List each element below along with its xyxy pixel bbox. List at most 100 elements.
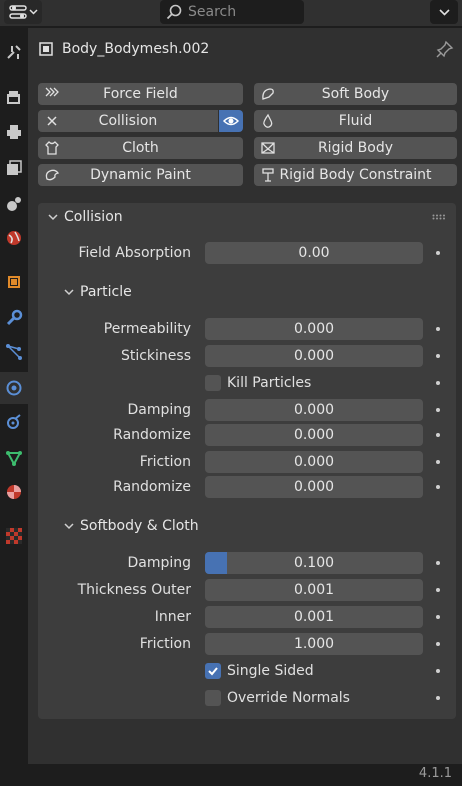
tab-output[interactable] bbox=[0, 116, 28, 148]
keyframe-dot-icon[interactable] bbox=[436, 408, 440, 412]
override-normals-checkbox[interactable]: Override Normals bbox=[205, 687, 350, 709]
tab-render[interactable] bbox=[0, 82, 28, 114]
friction-label: Friction bbox=[139, 454, 191, 470]
stickiness-label: Stickiness bbox=[120, 348, 191, 364]
tab-modifiers[interactable] bbox=[0, 302, 28, 334]
keyframe-dot-icon[interactable] bbox=[436, 588, 440, 592]
permeability-value: 0.000 bbox=[293, 321, 335, 337]
single-sided-label: Single Sided bbox=[227, 663, 314, 679]
force-field-icon bbox=[45, 87, 59, 97]
pin-icon[interactable] bbox=[436, 40, 454, 58]
sb-damping-value: 0.100 bbox=[293, 555, 335, 571]
properties-tabs bbox=[0, 28, 28, 764]
checkbox-box[interactable] bbox=[205, 375, 221, 391]
physics-icon bbox=[6, 380, 22, 396]
collision-panel-header[interactable]: Collision bbox=[38, 203, 456, 231]
thickness-inner-field[interactable]: 0.001 bbox=[205, 606, 423, 628]
tab-material[interactable] bbox=[0, 476, 28, 508]
rigid-body-constraint-label: Rigid Body Constraint bbox=[279, 167, 432, 183]
world-icon bbox=[7, 231, 21, 245]
keyframe-dot-icon[interactable] bbox=[436, 669, 440, 673]
rigid-body-label: Rigid Body bbox=[317, 140, 394, 156]
keyframe-dot-icon[interactable] bbox=[436, 354, 440, 358]
keyframe-dot-icon[interactable] bbox=[436, 561, 440, 565]
collision-visibility-toggle[interactable] bbox=[219, 110, 243, 132]
tab-particles[interactable] bbox=[0, 336, 28, 368]
output-icon bbox=[7, 125, 21, 139]
tab-texture[interactable] bbox=[0, 520, 28, 552]
tab-constraints[interactable] bbox=[0, 406, 28, 438]
stickiness-field[interactable]: 0.000 bbox=[205, 345, 423, 367]
editor-type-button[interactable] bbox=[4, 0, 42, 24]
properties-main: Body_Bodymesh.002 Force Field Soft Body … bbox=[28, 28, 462, 764]
softbody-cloth-subpanel-header[interactable]: Softbody & Cloth bbox=[64, 514, 199, 538]
tab-scene[interactable] bbox=[0, 188, 28, 220]
keyframe-dot-icon[interactable] bbox=[436, 251, 440, 255]
tab-physics[interactable] bbox=[0, 372, 28, 404]
search-input[interactable]: Search bbox=[160, 0, 304, 24]
particles-icon bbox=[6, 344, 22, 360]
close-icon[interactable] bbox=[44, 113, 60, 129]
cloth-label: Cloth bbox=[122, 140, 159, 156]
tab-data[interactable] bbox=[0, 442, 28, 474]
permeability-label: Permeability bbox=[103, 321, 191, 337]
soft-body-label: Soft Body bbox=[321, 86, 390, 102]
checkbox-box[interactable] bbox=[205, 663, 221, 679]
permeability-field[interactable]: 0.000 bbox=[205, 318, 423, 340]
friction-randomize-label: Randomize bbox=[113, 479, 191, 495]
keyframe-dot-icon[interactable] bbox=[436, 433, 440, 437]
single-sided-checkbox[interactable]: Single Sided bbox=[205, 660, 314, 682]
keyframe-dot-icon[interactable] bbox=[436, 642, 440, 646]
collision-button[interactable]: Collision bbox=[38, 110, 218, 132]
tab-world[interactable] bbox=[0, 222, 28, 254]
mesh-data-icon bbox=[6, 451, 22, 467]
thickness-outer-field[interactable]: 0.001 bbox=[205, 579, 423, 601]
keyframe-dot-icon[interactable] bbox=[436, 381, 440, 385]
view-layer-icon bbox=[7, 160, 22, 175]
friction-randomize-field[interactable]: 0.000 bbox=[205, 476, 423, 498]
constraints-icon bbox=[7, 414, 21, 429]
damping-value: 0.000 bbox=[293, 402, 335, 418]
chevron-down-icon bbox=[64, 288, 74, 295]
kill-particles-checkbox[interactable]: Kill Particles bbox=[205, 372, 311, 394]
tab-view-layer[interactable] bbox=[0, 152, 28, 184]
keyframe-dot-icon[interactable] bbox=[436, 615, 440, 619]
damping-randomize-value: 0.000 bbox=[293, 427, 335, 443]
sb-damping-slider[interactable]: 0.100 bbox=[205, 552, 423, 574]
checkmark-icon bbox=[208, 667, 218, 676]
dynamic-paint-button[interactable]: Dynamic Paint bbox=[38, 164, 243, 186]
friction-field[interactable]: 0.000 bbox=[205, 451, 423, 473]
object-name: Body_Bodymesh.002 bbox=[62, 41, 210, 57]
override-normals-label: Override Normals bbox=[227, 690, 350, 706]
softbody-cloth-subpanel-title: Softbody & Cloth bbox=[80, 518, 199, 534]
fluid-button[interactable]: Fluid bbox=[254, 110, 457, 132]
options-dropdown-button[interactable] bbox=[430, 0, 458, 24]
render-icon bbox=[7, 91, 20, 104]
sb-friction-field[interactable]: 1.000 bbox=[205, 633, 423, 655]
rigid-body-button[interactable]: Rigid Body bbox=[254, 137, 457, 159]
keyframe-dot-icon[interactable] bbox=[436, 485, 440, 489]
damping-randomize-field[interactable]: 0.000 bbox=[205, 424, 423, 446]
tab-object[interactable] bbox=[0, 266, 28, 298]
keyframe-dot-icon[interactable] bbox=[436, 460, 440, 464]
keyframe-dot-icon[interactable] bbox=[436, 327, 440, 331]
force-field-button[interactable]: Force Field bbox=[38, 83, 243, 105]
checkbox-box[interactable] bbox=[205, 690, 221, 706]
wrench-icon bbox=[6, 309, 23, 326]
tab-tool[interactable] bbox=[0, 36, 28, 68]
object-context: Body_Bodymesh.002 bbox=[38, 36, 209, 62]
dynamic-paint-label: Dynamic Paint bbox=[90, 167, 191, 183]
cloth-button[interactable]: Cloth bbox=[38, 137, 243, 159]
keyframe-dot-icon[interactable] bbox=[436, 696, 440, 700]
rigid-body-constraint-button[interactable]: Rigid Body Constraint bbox=[254, 164, 457, 186]
rigid-body-icon bbox=[261, 142, 275, 154]
soft-body-button[interactable]: Soft Body bbox=[254, 83, 457, 105]
field-absorption-value: 0.00 bbox=[298, 245, 330, 261]
damping-field[interactable]: 0.000 bbox=[205, 399, 423, 421]
field-absorption-field[interactable]: 0.00 bbox=[205, 242, 423, 264]
particle-subpanel-header[interactable]: Particle bbox=[64, 280, 132, 304]
search-icon bbox=[166, 4, 182, 20]
properties-editor-icon bbox=[8, 5, 27, 19]
drag-grip-icon[interactable] bbox=[432, 214, 446, 220]
object-icon bbox=[8, 276, 20, 288]
